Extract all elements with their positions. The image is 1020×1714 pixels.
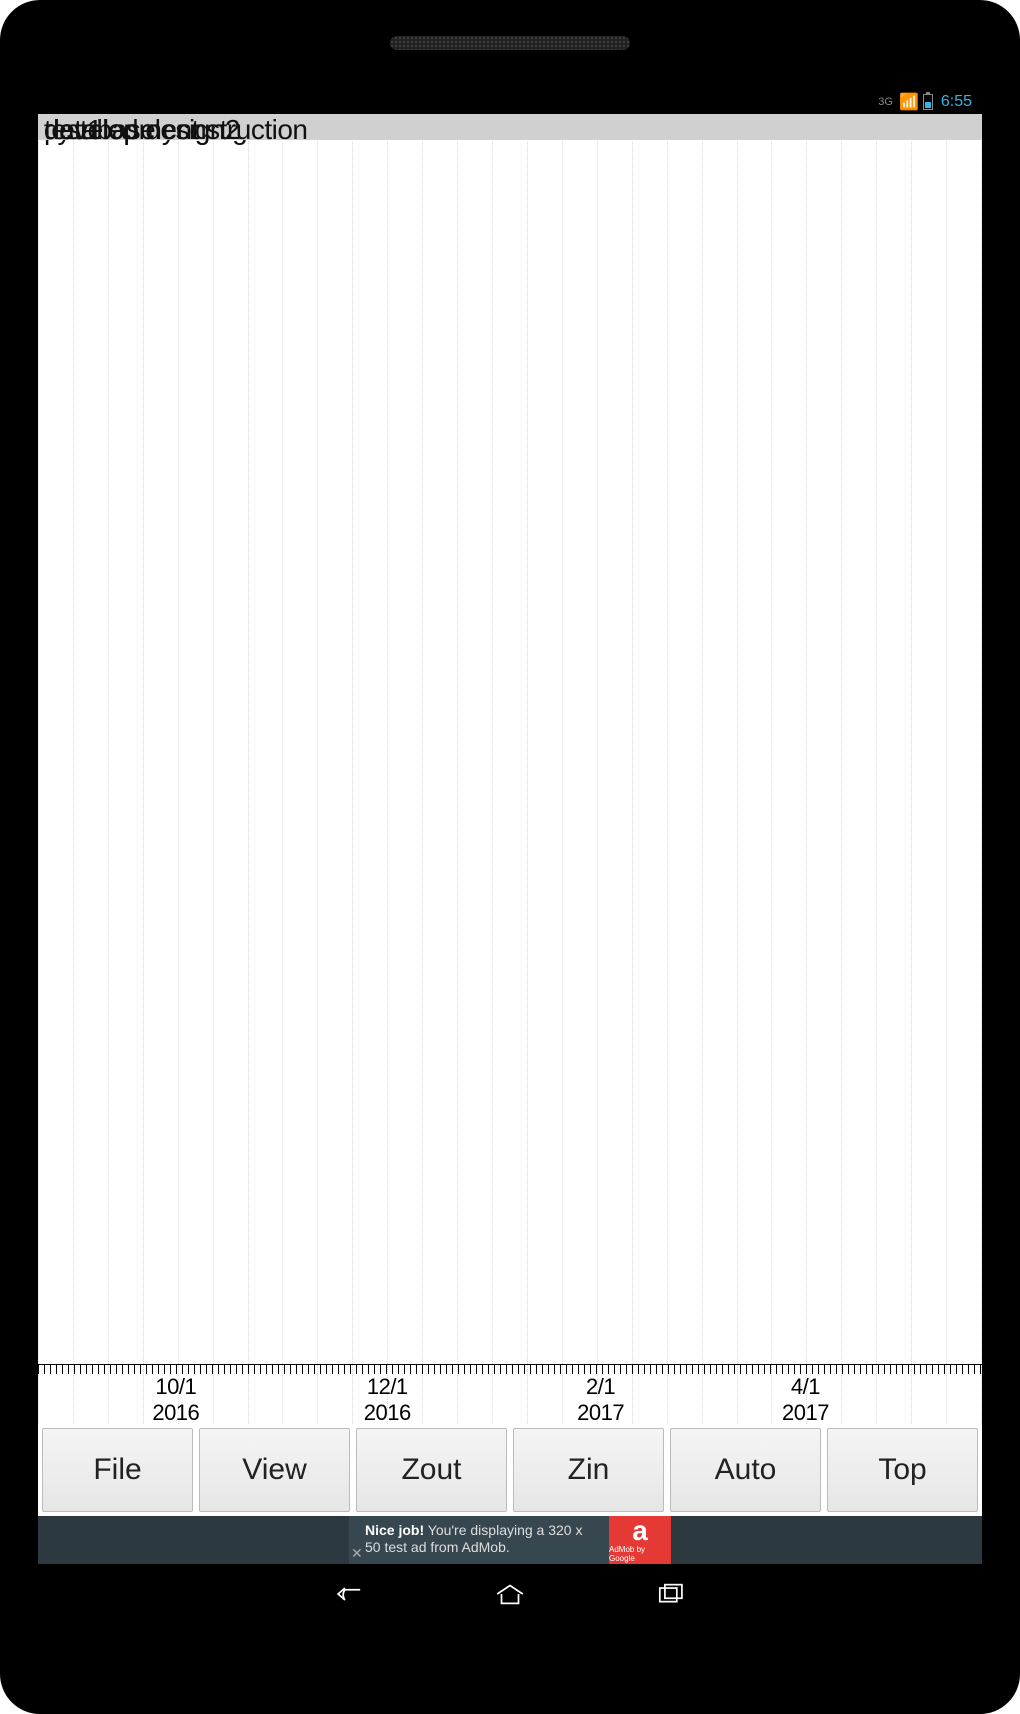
gridlines [38, 114, 982, 1424]
axis-tick: 2/12017 [577, 1374, 624, 1424]
zin-button[interactable]: Zin [513, 1428, 664, 1512]
zout-button[interactable]: Zout [356, 1428, 507, 1512]
ad-banner[interactable]: ✕ Nice job! You're displaying a 320 x 50… [38, 1516, 982, 1564]
axis-tick: 12/12016 [364, 1374, 411, 1424]
tablet-frame: 3G 📶 6:55 developmenttest- customer inte… [0, 0, 1020, 1714]
device-screen: 3G 📶 6:55 developmenttest- customer inte… [38, 90, 982, 1624]
gantt-row-label: database construction [44, 114, 307, 146]
axis-tick: 4/12017 [782, 1374, 829, 1424]
network-type: 3G [878, 96, 893, 108]
speaker-grill [390, 36, 630, 50]
status-bar: 3G 📶 6:55 [38, 90, 982, 114]
auto-button[interactable]: Auto [670, 1428, 821, 1512]
gantt-bar[interactable] [840, 114, 944, 140]
top-button[interactable]: Top [827, 1428, 978, 1512]
signal-icon: 📶 [899, 92, 917, 112]
axis-ruler [38, 1364, 982, 1374]
gantt-chart[interactable]: developmenttest- customer interactionssy… [38, 114, 982, 1424]
system-nav-bar [38, 1564, 982, 1624]
gantt-bar[interactable] [387, 114, 500, 140]
home-button[interactable] [490, 1574, 530, 1614]
bottom-toolbar: FileViewZoutZinAutoTop [38, 1424, 982, 1516]
status-clock: 6:55 [941, 93, 972, 111]
gantt-bar[interactable] [501, 114, 813, 140]
view-button[interactable]: View [199, 1428, 350, 1512]
admob-logo: a AdMob by Google [609, 1516, 671, 1564]
axis-tick: 10/12016 [152, 1374, 199, 1424]
app-window: developmenttest- customer interactionssy… [38, 114, 982, 1564]
time-axis: 10/12016 12/12016 2/12017 4/12017 [38, 1364, 982, 1424]
close-icon[interactable]: ✕ [351, 1545, 363, 1562]
back-button[interactable] [330, 1574, 370, 1614]
file-button[interactable]: File [42, 1428, 193, 1512]
ad-text: ✕ Nice job! You're displaying a 320 x 50… [349, 1516, 609, 1564]
battery-icon [923, 94, 933, 110]
recents-button[interactable] [650, 1574, 690, 1614]
